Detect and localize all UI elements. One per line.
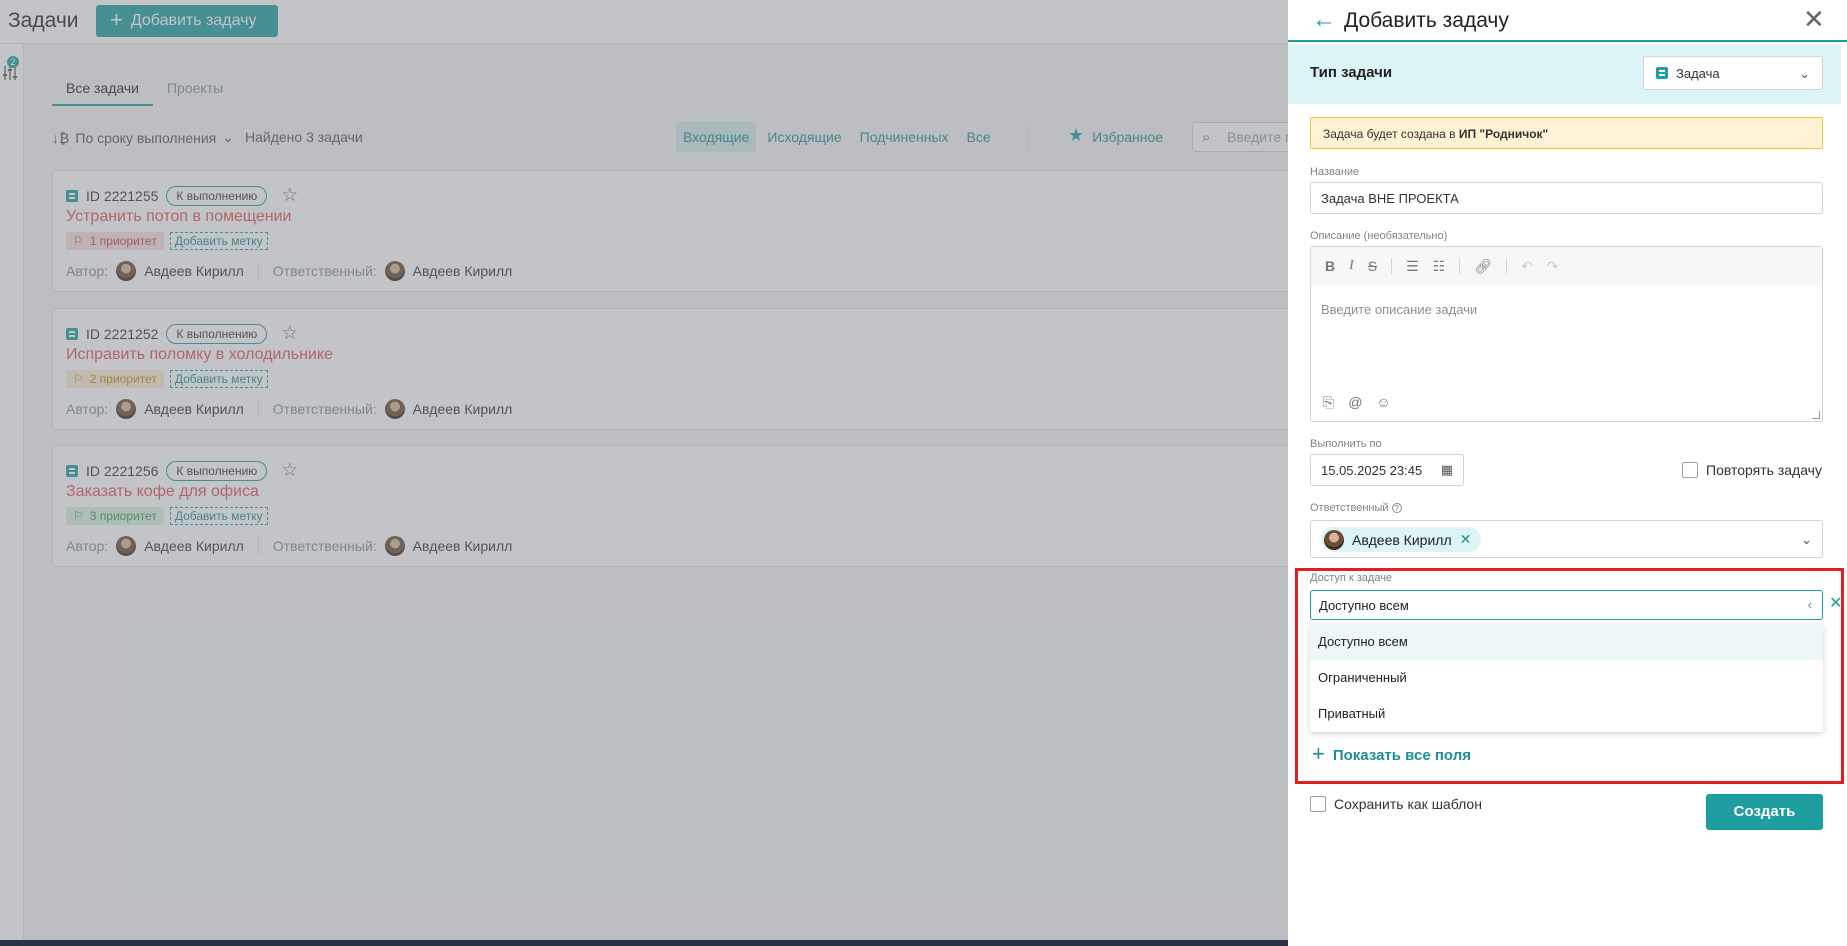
modal-overlay[interactable] <box>0 0 1290 946</box>
access-label: Доступ к задаче <box>1310 572 1393 584</box>
access-option[interactable]: Доступно всем <box>1310 624 1823 660</box>
resize-handle[interactable] <box>1812 411 1820 419</box>
attach-icon[interactable]: ⎘ <box>1323 394 1334 411</box>
show-all-fields-label: Показать все поля <box>1332 747 1472 764</box>
name-field[interactable]: Задача ВНЕ ПРОЕКТА <box>1310 182 1823 214</box>
emoji-icon[interactable]: ☺ <box>1376 394 1390 411</box>
bullet-list-icon[interactable]: ☰ <box>1406 258 1419 275</box>
access-value: Доступно всем <box>1319 598 1409 613</box>
numbered-list-icon[interactable]: ☷ <box>1433 258 1446 275</box>
chevron-down-icon: ⌄ <box>1801 532 1812 547</box>
undo-icon[interactable]: ↶ <box>1521 258 1533 275</box>
access-select[interactable]: Доступно всем ‹ <box>1310 590 1823 620</box>
avatar <box>1324 529 1344 550</box>
strikethrough-icon[interactable]: S <box>1368 258 1377 274</box>
redo-icon[interactable]: ↷ <box>1547 258 1559 275</box>
access-option[interactable]: Приватный <box>1310 696 1823 732</box>
calendar-icon[interactable]: ▦ <box>1441 462 1453 478</box>
remove-icon[interactable]: ✕ <box>1460 531 1472 548</box>
toolbar-divider <box>1459 258 1461 274</box>
due-date-value: 15.05.2025 23:45 <box>1321 463 1423 478</box>
chevron-down-icon: ⌄ <box>1799 66 1810 81</box>
save-as-template-label: Сохранить как шаблон <box>1334 796 1482 812</box>
editor-toolbar: B I S ☰ ☷ 🔗︎ ↶ ↷ <box>1311 247 1822 285</box>
notice-org: ИП "Родничок" <box>1458 127 1549 141</box>
mention-icon[interactable]: @ <box>1348 394 1362 411</box>
drawer-title: Добавить задачу <box>1344 9 1509 32</box>
responsible-label-text: Ответственный <box>1310 502 1389 514</box>
due-date-label: Выполнить по <box>1310 438 1382 450</box>
checkbox[interactable] <box>1682 462 1698 478</box>
arrow-left-icon[interactable]: ← <box>1312 6 1336 34</box>
create-button[interactable]: Создать <box>1706 794 1823 830</box>
responsible-chip-name: Авдеев Кирилл <box>1352 531 1452 548</box>
description-editor[interactable]: B I S ☰ ☷ 🔗︎ ↶ ↷ Введите описание задачи… <box>1310 246 1823 422</box>
toolbar-divider <box>1506 258 1508 274</box>
notice-text: Задача будет создана в <box>1323 127 1459 141</box>
checkbox[interactable] <box>1310 796 1326 812</box>
help-icon[interactable]: ? <box>1391 503 1402 513</box>
show-all-fields-button[interactable]: + Показать все поля <box>1312 741 1472 767</box>
save-as-template-checkbox[interactable]: Сохранить как шаблон <box>1310 796 1482 812</box>
description-label: Описание (необязательно) <box>1310 230 1448 242</box>
repeat-task-label: Повторять задачу <box>1706 462 1822 478</box>
repeat-task-checkbox[interactable]: Повторять задачу <box>1682 462 1822 478</box>
task-type-select[interactable]: Задача ⌄ <box>1643 56 1823 90</box>
org-notice: Задача будет создана в ИП "Родничок" <box>1310 117 1823 149</box>
chevron-left-icon: ‹ <box>1807 597 1812 612</box>
clear-icon[interactable]: ✕ <box>1829 593 1842 613</box>
italic-icon[interactable]: I <box>1349 258 1354 274</box>
bold-icon[interactable]: B <box>1325 258 1335 274</box>
responsible-label: Ответственный? <box>1310 502 1402 514</box>
drawer-header: ← Добавить задачу ✕ <box>1288 0 1847 42</box>
access-option[interactable]: Ограниченный <box>1310 660 1823 696</box>
name-label: Название <box>1310 166 1360 178</box>
description-placeholder: Введите описание задачи <box>1321 302 1478 317</box>
responsible-chip: Авдеев Кирилл ✕ <box>1321 527 1482 552</box>
task-type-section: Тип задачи Задача ⌄ <box>1288 44 1841 104</box>
access-dropdown-menu: Доступно всем Ограниченный Приватный <box>1310 624 1823 732</box>
task-type-icon <box>1656 67 1668 79</box>
editor-bottom-tools: ⎘ @ ☺ <box>1323 394 1391 411</box>
toolbar-divider <box>1391 258 1393 274</box>
responsible-select[interactable]: Авдеев Кирилл ✕ ⌄ <box>1310 520 1823 558</box>
due-date-field[interactable]: 15.05.2025 23:45 ▦ <box>1310 454 1464 486</box>
plus-icon: + <box>1312 741 1325 766</box>
add-task-drawer: ← Добавить задачу ✕ Тип задачи Задача ⌄ … <box>1288 0 1847 946</box>
link-icon[interactable]: 🔗︎ <box>1474 258 1492 275</box>
task-type-label: Тип задачи <box>1310 64 1393 81</box>
taskbar-strip <box>0 940 1290 946</box>
close-icon[interactable]: ✕ <box>1803 4 1825 35</box>
task-type-value: Задача <box>1676 65 1720 81</box>
